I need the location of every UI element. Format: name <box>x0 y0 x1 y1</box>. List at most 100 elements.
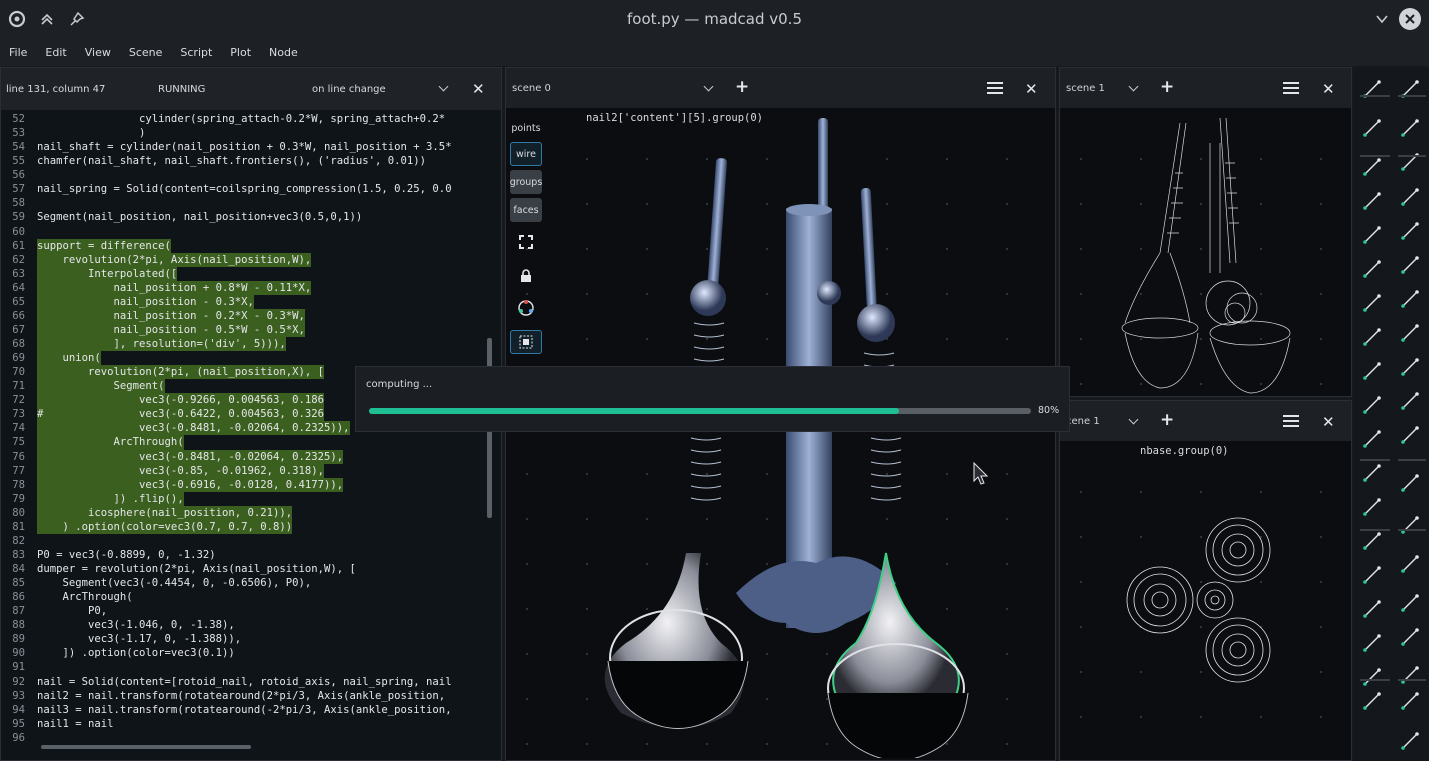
align-icon[interactable] <box>1359 392 1385 418</box>
code-line[interactable]: 95 nail1 = nail <box>1 717 491 731</box>
frame-icon[interactable] <box>1359 76 1385 102</box>
code-line[interactable]: 80 icosphere(nail_position, 0.21)), <box>1 505 491 520</box>
box-icon[interactable] <box>1359 494 1385 520</box>
minimize-icon[interactable] <box>1371 8 1393 30</box>
add-scene-icon[interactable]: + <box>1160 77 1174 97</box>
code-line[interactable]: 87 P0, <box>1 604 491 618</box>
code-line[interactable]: 88 vec3(-1.046, 0, -1.38), <box>1 618 491 632</box>
chevron-down-icon[interactable] <box>703 81 714 92</box>
code-line[interactable]: 86 ArcThrough( <box>1 590 491 604</box>
code-line[interactable]: 52 cylinder(spring_attach-0.2*W, spring_… <box>1 112 491 126</box>
loft-icon[interactable] <box>1397 551 1423 577</box>
offset-icon[interactable] <box>1359 290 1385 316</box>
chevron-down-icon[interactable] <box>438 81 449 92</box>
code-line[interactable]: 90 ]) .option(color=vec3(0.1)) <box>1 646 491 660</box>
code-line[interactable]: 76 vec3(-0.8481, -0.02064, 0.2325), <box>1 449 491 464</box>
horizontal2-icon[interactable] <box>1397 470 1423 496</box>
ball-icon[interactable] <box>1397 662 1423 688</box>
branch2-icon[interactable] <box>1397 422 1423 448</box>
menu-edit[interactable]: Edit <box>36 40 75 66</box>
close-view-icon[interactable]: ✕ <box>1025 80 1038 98</box>
close-window-icon[interactable] <box>1398 7 1422 31</box>
menu-icon[interactable] <box>1283 415 1299 427</box>
spline-icon[interactable] <box>1397 320 1423 346</box>
tube-icon[interactable] <box>1397 688 1423 714</box>
code-line[interactable]: 96 <box>1 731 491 745</box>
code-line[interactable]: 68 ], resolution=('div', 5))), <box>1 337 491 352</box>
code-line[interactable]: 75 ArcThrough( <box>1 435 491 450</box>
axis-icon[interactable] <box>1397 184 1423 210</box>
code-line[interactable]: 66 nail_position - 0.2*X - 0.3*W, <box>1 308 491 323</box>
close-view-icon[interactable]: ✕ <box>1322 413 1335 431</box>
dots-icon[interactable] <box>1359 324 1385 350</box>
bolt-icon[interactable] <box>1359 664 1385 690</box>
measure-icon[interactable] <box>1359 358 1385 384</box>
code-line[interactable]: 94 nail3 = nail.transform(rotatearound(-2… <box>1 703 491 717</box>
code-line[interactable]: 60 <box>1 225 491 239</box>
slider-icon[interactable] <box>1397 624 1423 650</box>
export-icon[interactable] <box>1397 76 1423 102</box>
orbit-icon[interactable] <box>510 296 542 320</box>
faces-toggle[interactable]: faces <box>510 198 542 222</box>
horizontal-icon[interactable] <box>1359 460 1385 486</box>
fullscreen-icon[interactable] <box>510 230 542 254</box>
pivot-icon[interactable] <box>1397 590 1423 616</box>
pipe-icon[interactable] <box>1359 596 1385 622</box>
code-line[interactable]: 77 vec3(-0.85, -0.01962, 0.318), <box>1 463 491 478</box>
lock-icon[interactable] <box>510 264 542 288</box>
code-line[interactable]: 58 <box>1 196 491 210</box>
code-line[interactable]: 59 Segment(nail_position, nail_position+v… <box>1 210 491 224</box>
menu-node[interactable]: Node <box>260 40 307 66</box>
cylinder-icon[interactable] <box>1397 728 1423 754</box>
code-line[interactable]: 67 nail_position - 0.5*W - 0.5*X, <box>1 322 491 337</box>
code-line[interactable]: 61 support = difference( <box>1 238 491 253</box>
curve-icon[interactable] <box>1397 252 1423 278</box>
revolve-icon[interactable] <box>1359 562 1385 588</box>
code-line[interactable]: 92 nail = Solid(content=[rotoid_nail, rot… <box>1 675 491 689</box>
code-line[interactable]: 81 ) .option(color=vec3(0.7, 0.7, 0.8)) <box>1 519 491 534</box>
line-icon[interactable] <box>1397 218 1423 244</box>
scene-0-select[interactable]: scene 0 <box>512 83 551 94</box>
segment-icon[interactable] <box>1397 149 1423 175</box>
horizontal-scrollbar[interactable] <box>41 745 251 749</box>
code-line[interactable]: 93 nail2 = nail.transform(rotatearound(2*… <box>1 689 491 703</box>
code-line[interactable]: 62 revolution(2*pi, Axis(nail_position,W… <box>1 252 491 267</box>
code-line[interactable]: 85 Segment(vec3(-0.4454, 0, -0.6506), P0… <box>1 576 491 590</box>
code-line[interactable]: 53 ) <box>1 126 491 140</box>
menu-file[interactable]: File <box>0 40 36 66</box>
menu-scene[interactable]: Scene <box>120 40 172 66</box>
eye-icon[interactable] <box>1359 688 1385 714</box>
corner-icon[interactable] <box>1397 512 1423 538</box>
point-icon[interactable] <box>1359 154 1385 180</box>
menu-icon[interactable] <box>987 82 1003 94</box>
menu-view[interactable]: View <box>76 40 120 66</box>
code-line[interactable]: 64 nail_position + 0.8*W - 0.11*X, <box>1 280 491 295</box>
menu-plot[interactable]: Plot <box>221 40 260 66</box>
arc-tool-icon[interactable] <box>1359 115 1385 141</box>
scene-1-view-top[interactable]: scene 1 + ✕ <box>1059 67 1352 397</box>
angle-icon[interactable] <box>1359 256 1385 282</box>
scene-1-select[interactable]: scene 1 <box>1066 83 1105 94</box>
cup-icon[interactable] <box>1359 630 1385 656</box>
wire-toggle[interactable]: wire <box>510 142 542 166</box>
add-scene-icon[interactable]: + <box>735 77 749 97</box>
diagonal-icon[interactable] <box>1359 188 1385 214</box>
close-editor-icon[interactable]: ✕ <box>472 80 485 98</box>
graph-icon[interactable] <box>1397 115 1423 141</box>
select-area-icon[interactable] <box>510 330 542 354</box>
execution-mode-select[interactable]: on line change <box>312 84 386 95</box>
code-line[interactable]: 78 vec3(-0.6916, -0.0128, 0.4177)), <box>1 477 491 492</box>
chevron-down-icon[interactable] <box>1128 414 1139 425</box>
symmetry-icon[interactable] <box>1359 426 1385 452</box>
close-view-icon[interactable]: ✕ <box>1322 80 1335 98</box>
chevron-down-icon[interactable] <box>1359 528 1385 554</box>
code-line[interactable]: 63 Interpolated([ <box>1 266 491 281</box>
code-line[interactable]: 54 nail_shaft = cylinder(nail_position + … <box>1 140 491 154</box>
code-line[interactable]: 65 nail_position - 0.3*X, <box>1 294 491 309</box>
code-line[interactable]: 91 <box>1 660 491 674</box>
code-line[interactable]: 89 vec3(-1.17, 0, -1.388)), <box>1 632 491 646</box>
code-line[interactable]: 57 nail_spring = Solid(content=coilspring… <box>1 182 491 196</box>
code-line[interactable]: 69 union( <box>1 351 491 366</box>
menu-script[interactable]: Script <box>171 40 221 66</box>
points-toggle[interactable]: points <box>510 116 542 140</box>
